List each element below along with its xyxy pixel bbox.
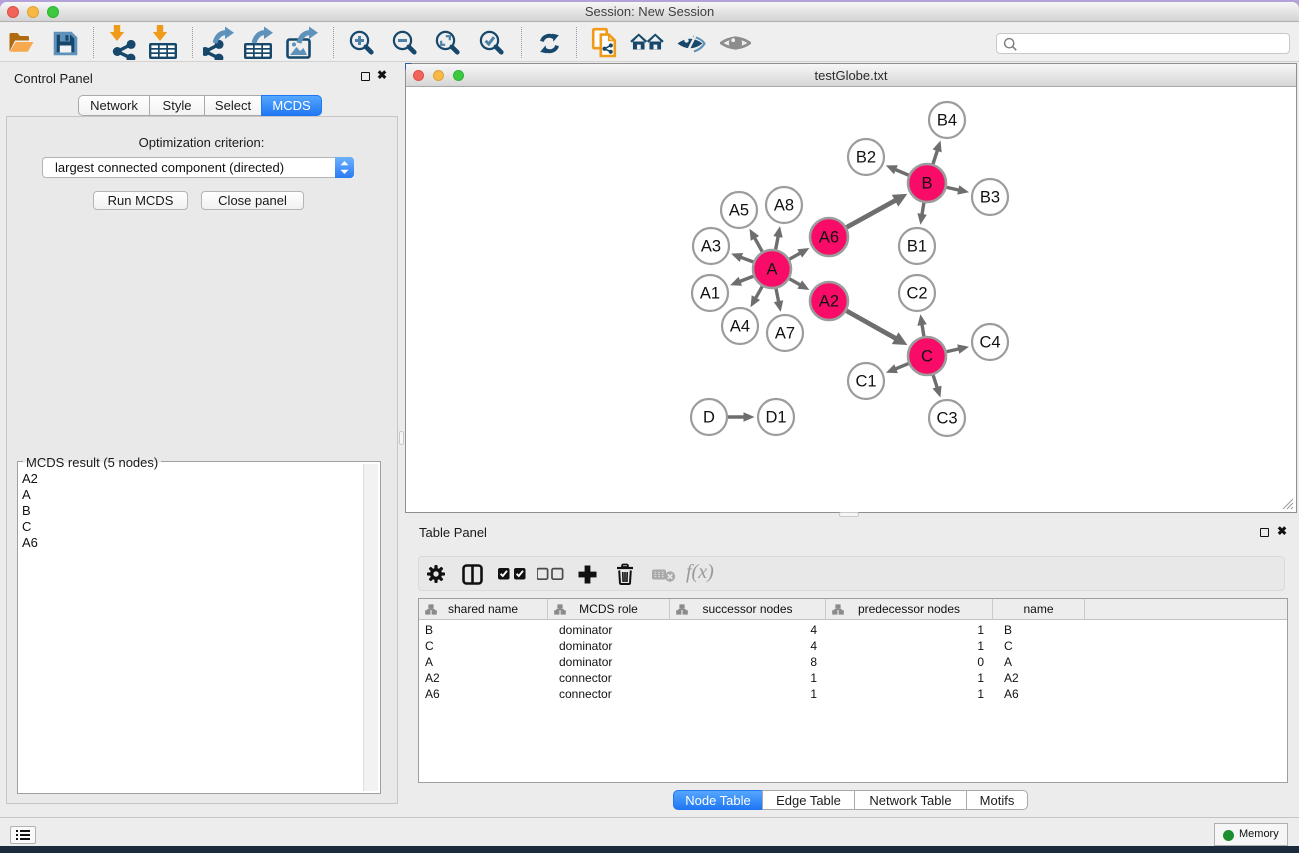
svg-text:A4: A4 — [730, 318, 750, 336]
svg-text:A2: A2 — [819, 293, 839, 311]
svg-text:A6: A6 — [819, 229, 839, 247]
svg-text:A1: A1 — [700, 285, 720, 303]
svg-text:B: B — [921, 175, 932, 193]
svg-text:A7: A7 — [775, 325, 795, 343]
svg-text:D1: D1 — [765, 409, 786, 427]
svg-text:B2: B2 — [856, 149, 876, 167]
svg-text:C4: C4 — [979, 334, 1000, 352]
svg-text:D: D — [703, 409, 715, 427]
svg-text:B1: B1 — [907, 238, 927, 256]
svg-text:A5: A5 — [729, 202, 749, 220]
svg-text:C2: C2 — [906, 285, 927, 303]
svg-text:A8: A8 — [774, 197, 794, 215]
svg-text:A3: A3 — [701, 238, 721, 256]
svg-text:B3: B3 — [980, 189, 1000, 207]
svg-text:C: C — [921, 348, 933, 366]
svg-text:C1: C1 — [855, 373, 876, 391]
svg-text:A: A — [766, 261, 777, 279]
svg-text:C3: C3 — [936, 410, 957, 428]
svg-text:B4: B4 — [937, 112, 957, 130]
